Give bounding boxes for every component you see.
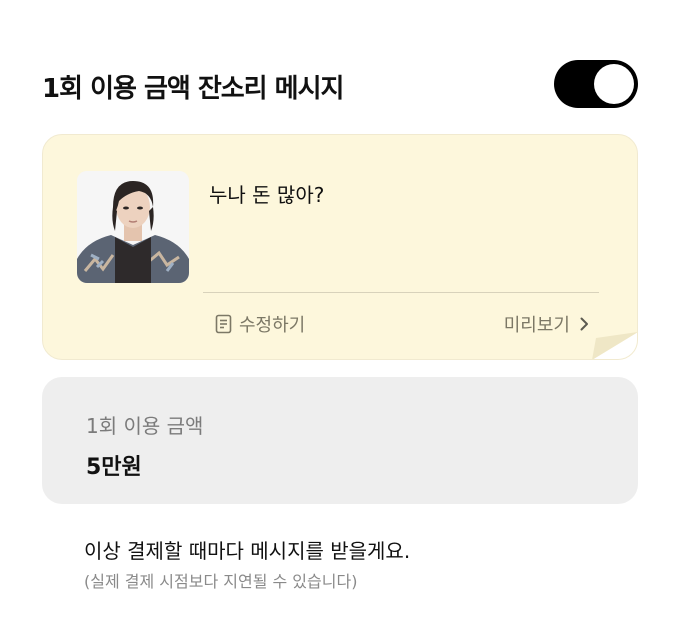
page-title: 1회 이용 금액 잔소리 메시지 <box>42 74 344 104</box>
message-text: 누나 돈 많아? <box>209 183 325 207</box>
message-card: 누나 돈 많아? 수정하기 미리보기 <box>42 134 638 360</box>
message-toggle[interactable] <box>554 60 638 108</box>
note-sub-text: (실제 결제 시점보다 지연될 수 있습니다) <box>84 572 358 591</box>
amount-card[interactable]: 1회 이용 금액 5만원 <box>42 377 638 504</box>
toggle-knob <box>594 64 634 104</box>
preview-label: 미리보기 <box>503 315 570 336</box>
edit-button[interactable]: 수정하기 <box>215 311 305 337</box>
preview-button[interactable]: 미리보기 <box>504 311 589 337</box>
edit-label: 수정하기 <box>239 315 306 336</box>
card-divider <box>203 292 599 293</box>
chevron-right-icon <box>580 317 588 331</box>
page-fold-corner <box>592 332 637 359</box>
note-main-text: 이상 결제할 때마다 메시지를 받을게요. <box>84 539 411 563</box>
amount-label: 1회 이용 금액 <box>86 414 204 438</box>
amount-value: 5만원 <box>86 455 142 480</box>
avatar <box>77 171 189 283</box>
avatar-image <box>77 171 189 283</box>
document-edit-icon <box>215 314 232 334</box>
